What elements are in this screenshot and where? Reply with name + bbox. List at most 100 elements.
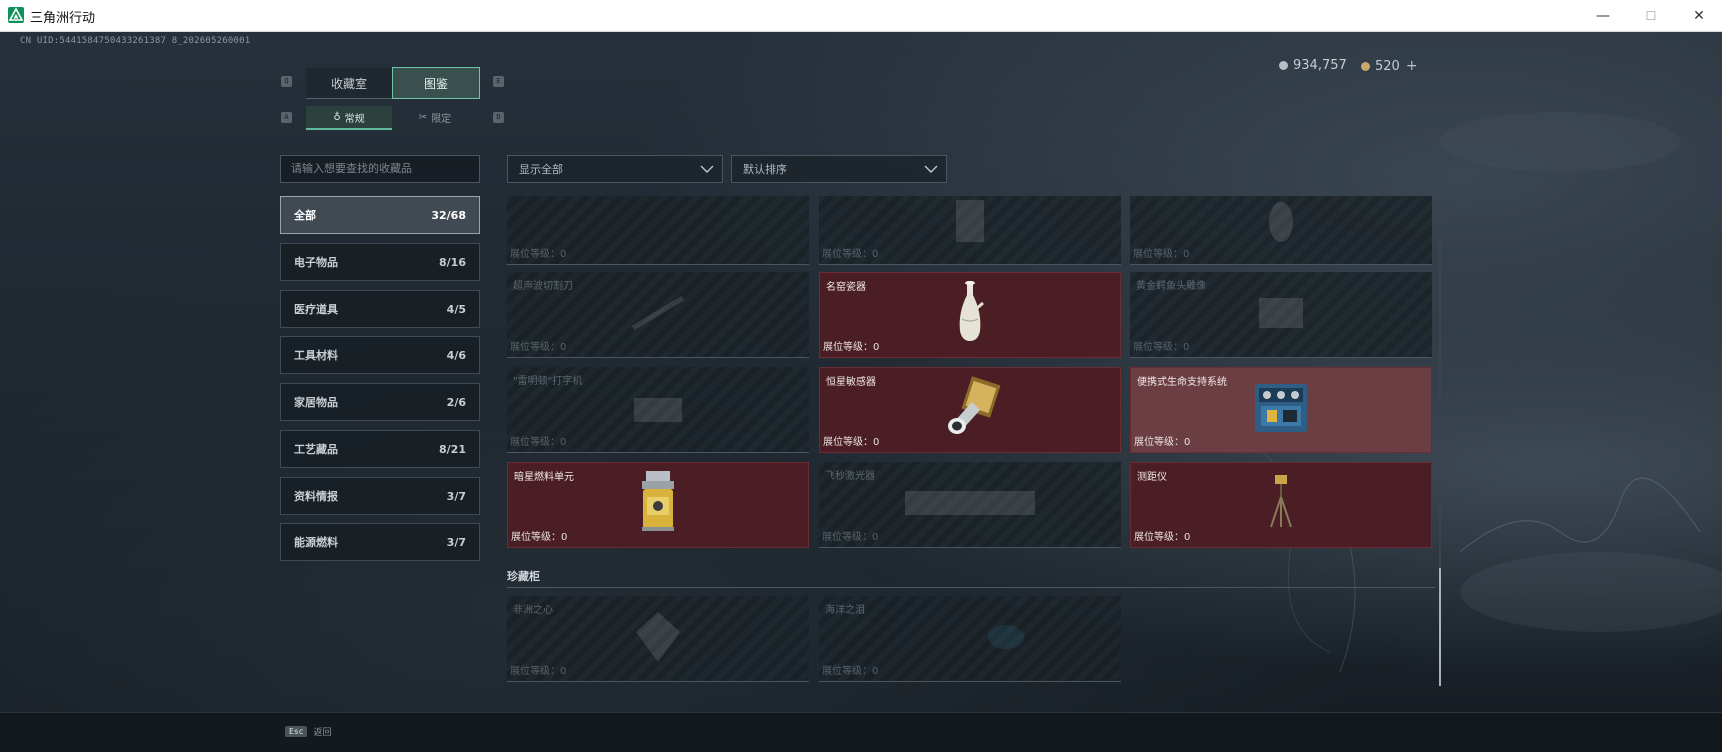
item-name: 恒星敏感器 xyxy=(826,377,876,388)
window-titlebar: 三角洲行动 — ☐ ✕ xyxy=(0,0,1722,32)
category-count: 4/5 xyxy=(446,302,466,316)
collectible-card[interactable]: 便携式生命支持系统 展位等级：0 xyxy=(1130,367,1432,453)
app-logo-icon xyxy=(8,7,24,23)
display-level: 展位等级：0 xyxy=(822,666,879,677)
category-count: 4/6 xyxy=(446,348,466,362)
category-label: 全部 xyxy=(294,209,316,222)
category-label: 能源燃料 xyxy=(294,536,338,549)
collectible-card[interactable]: 超声波切割刀 展位等级：0 xyxy=(507,272,809,358)
item-name: 非洲之心 xyxy=(513,605,553,616)
item-name: 名窑瓷器 xyxy=(826,282,866,293)
category-count: 8/16 xyxy=(439,255,466,269)
game-screen: CN UID:5441584750433261387 8_20260526000… xyxy=(0,32,1722,752)
collectible-card[interactable]: 展位等级：0 xyxy=(1130,196,1432,265)
sort-dropdown[interactable]: 默认排序 xyxy=(731,155,947,183)
category-tools[interactable]: 工具材料 4/6 xyxy=(280,336,480,374)
item-name: 测距仪 xyxy=(1137,472,1167,483)
back-button[interactable]: Esc 返回 xyxy=(285,725,331,738)
add-currency-button[interactable]: + xyxy=(1406,58,1418,74)
search-input[interactable] xyxy=(280,155,480,183)
item-image xyxy=(1251,288,1311,342)
silver-amount: 934,757 xyxy=(1293,58,1347,73)
subtab-limited-label: 限定 xyxy=(431,113,452,125)
subtab-regular-label: 常规 xyxy=(344,113,365,125)
maximize-button[interactable]: ☐ xyxy=(1628,0,1674,31)
category-label: 工艺藏品 xyxy=(294,443,338,456)
collectible-card[interactable]: 非洲之心 展位等级：0 xyxy=(507,596,809,682)
sort-value: 默认排序 xyxy=(743,163,787,176)
category-electronics[interactable]: 电子物品 8/16 xyxy=(280,243,480,281)
tab-codex[interactable]: 图鉴 xyxy=(392,67,480,99)
item-image xyxy=(628,293,688,337)
category-medical[interactable]: 医疗道具 4/5 xyxy=(280,290,480,328)
star-sensor-image xyxy=(938,374,1002,442)
display-level: 展位等级：0 xyxy=(1133,249,1190,260)
key-hint-a: A xyxy=(281,112,292,123)
collectible-card[interactable]: 海洋之泪 展位等级：0 xyxy=(819,596,1121,682)
collectible-card[interactable]: 黄金鳄鱼头雕像 展位等级：0 xyxy=(1130,272,1432,358)
item-name: 海洋之泪 xyxy=(825,605,865,616)
collectible-card[interactable]: "雷明顿"打字机 展位等级：0 xyxy=(507,367,809,453)
show-filter-value: 显示全部 xyxy=(519,163,563,176)
tab-collection-room[interactable]: 收藏室 xyxy=(306,68,392,99)
item-image xyxy=(628,607,688,671)
collectible-card[interactable]: 测距仪 展位等级：0 xyxy=(1130,462,1432,548)
collectible-card[interactable]: 恒星敏感器 展位等级：0 xyxy=(819,367,1121,453)
category-crafts[interactable]: 工艺藏品 8/21 xyxy=(280,430,480,468)
category-count: 2/6 xyxy=(446,395,466,409)
item-image xyxy=(981,617,1031,661)
collectible-card[interactable]: 暗星燃料单元 展位等级：0 xyxy=(507,462,809,548)
category-count: 8/21 xyxy=(439,442,466,456)
collectible-card[interactable]: 展位等级：0 xyxy=(819,196,1121,265)
display-level: 展位等级：0 xyxy=(1134,437,1191,448)
category-intel[interactable]: 资料情报 3/7 xyxy=(280,477,480,515)
category-count: 32/68 xyxy=(431,208,466,222)
display-level: 展位等级：0 xyxy=(823,437,880,448)
close-button[interactable]: ✕ xyxy=(1676,0,1722,31)
display-level: 展位等级：0 xyxy=(510,342,567,353)
item-image xyxy=(1261,196,1301,250)
life-support-system-image xyxy=(1249,374,1313,442)
chevron-down-icon xyxy=(924,165,938,173)
category-label: 电子物品 xyxy=(294,256,338,269)
gold-currency: 520 + xyxy=(1361,58,1418,74)
bottom-bar: Esc 返回 xyxy=(0,712,1722,752)
regular-icon: ♁ xyxy=(333,111,341,123)
section-divider xyxy=(507,587,1435,588)
collectible-card[interactable]: 名窑瓷器 展位等级：0 xyxy=(819,272,1121,358)
category-label: 家居物品 xyxy=(294,396,338,409)
display-level: 展位等级：0 xyxy=(1134,532,1191,543)
category-energy[interactable]: 能源燃料 3/7 xyxy=(280,523,480,561)
window-title: 三角洲行动 xyxy=(30,11,96,26)
gold-coin-icon xyxy=(1361,61,1370,71)
scrollbar-thumb[interactable] xyxy=(1439,568,1441,686)
collectible-card[interactable]: 飞秒激光器 展位等级：0 xyxy=(819,462,1121,548)
subtab-regular[interactable]: ♁ 常规 xyxy=(306,106,392,130)
display-level: 展位等级：0 xyxy=(822,249,879,260)
subtab-limited[interactable]: ✂ 限定 xyxy=(392,106,478,128)
porcelain-vase-image xyxy=(950,279,990,347)
category-all[interactable]: 全部 32/68 xyxy=(280,196,480,234)
esc-key-hint: Esc xyxy=(285,726,308,737)
item-image xyxy=(628,388,688,432)
silver-currency: 934,757 xyxy=(1279,58,1347,73)
category-label: 资料情报 xyxy=(294,490,338,503)
category-count: 3/7 xyxy=(446,489,466,503)
item-name: 超声波切割刀 xyxy=(513,281,573,292)
item-name: 便携式生命支持系统 xyxy=(1137,377,1227,388)
player-uid: CN UID:5441584750433261387 8_20260526000… xyxy=(20,36,251,46)
category-household[interactable]: 家居物品 2/6 xyxy=(280,383,480,421)
item-name: 黄金鳄鱼头雕像 xyxy=(1136,281,1206,292)
back-label: 返回 xyxy=(313,728,332,738)
category-label: 医疗道具 xyxy=(294,303,338,316)
item-name: "雷明顿"打字机 xyxy=(513,376,583,387)
display-level: 展位等级：0 xyxy=(823,342,880,353)
show-filter-dropdown[interactable]: 显示全部 xyxy=(507,155,723,183)
silver-coin-icon xyxy=(1279,61,1288,70)
key-hint-d: D xyxy=(493,112,504,123)
key-hint-e: E xyxy=(493,76,504,87)
collectible-card[interactable]: 展位等级：0 xyxy=(507,196,809,265)
item-name: 暗星燃料单元 xyxy=(514,472,574,483)
display-level: 展位等级：0 xyxy=(510,249,567,260)
minimize-button[interactable]: — xyxy=(1580,0,1626,31)
